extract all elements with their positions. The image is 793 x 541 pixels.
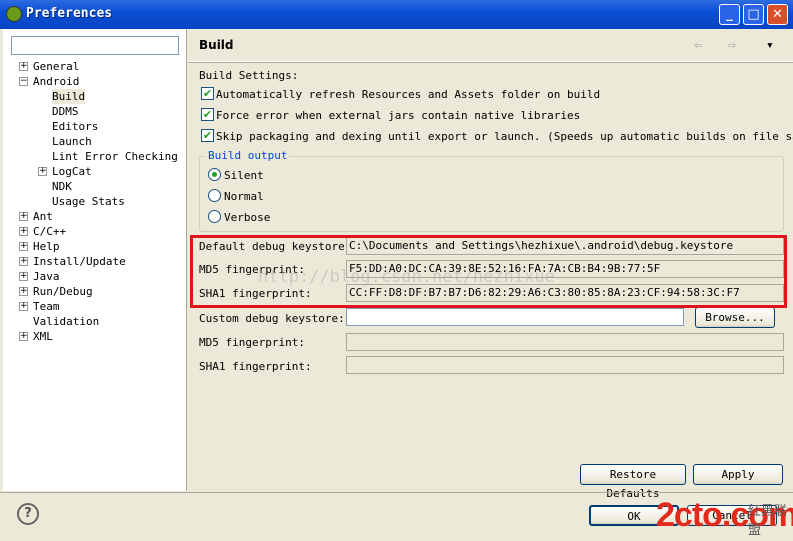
radio-selected-dot [212,172,217,177]
tree-item-label: Help [33,240,60,253]
tree-item-launch[interactable]: Launch [52,134,92,149]
tree-item-label: Lint Error Checking [52,150,178,163]
tree-item-label: NDK [52,180,72,193]
radio-label: Silent [224,169,264,182]
tree-item-label: Editors [52,120,99,133]
browse-button[interactable]: Browse... [695,307,775,328]
maximize-button[interactable]: □ [743,4,764,25]
tree-item-logcat[interactable]: + LogCat [38,164,92,179]
expand-icon[interactable]: + [19,332,28,341]
checkbox-icon[interactable]: ✔ [201,129,214,142]
tree-item-build[interactable]: Build [52,89,86,104]
tree-item-install-update[interactable]: + Install/Update [19,254,126,269]
radio-verbose[interactable] [208,210,221,223]
tree-item-label: Install/Update [33,255,126,268]
close-button[interactable]: ✕ [767,4,788,25]
tree-item-label: C/C++ [33,225,67,238]
tree-item-run-debug[interactable]: + Run/Debug [19,284,93,299]
tree-item-label: Usage Stats [52,195,125,208]
tree-item-label: Team [33,300,60,313]
radio-label: Verbose [224,211,271,224]
back-icon[interactable]: ⇦ [694,38,702,53]
custom-sha1-label: SHA1 fingerprint: [199,360,312,373]
tree-item-general[interactable]: + General [19,59,80,74]
expand-icon[interactable]: + [19,302,28,311]
tree-item-label: XML [33,330,53,343]
tree-item-c-c-[interactable]: + C/C++ [19,224,67,239]
tree-item-label: Java [33,270,60,283]
tree-item-label: DDMS [52,105,79,118]
restore-defaults-button[interactable]: Restore Defaults [580,464,686,500]
preferences-sidebar: + General − Android Build DDMS Editors Launch Li… [3,29,187,491]
tree-item-ddms[interactable]: DDMS [52,104,79,119]
custom-sha1-field[interactable] [346,356,784,374]
filter-input[interactable] [11,36,179,55]
window-title: Preferences [26,6,113,21]
checkbox-label: Force error when external jars contain n… [216,109,581,122]
forward-icon[interactable]: ⇨ [728,38,736,53]
tree-item-label: Android [33,75,80,88]
eclipse-app-icon [6,6,22,22]
expand-icon[interactable]: + [38,167,47,176]
custom-md5-field[interactable] [346,333,784,351]
tree-item-usage-stats[interactable]: Usage Stats [52,194,125,209]
expand-icon[interactable]: + [19,212,28,221]
checkbox-icon[interactable]: ✔ [201,87,214,100]
tree-item-xml[interactable]: + XML [19,329,53,344]
custom-keystore-label: Custom debug keystore: [199,312,345,325]
collapse-icon[interactable]: − [19,77,28,86]
expand-icon[interactable]: + [19,62,28,71]
tree-item-editors[interactable]: Editors [52,119,98,134]
tree-item-label: Ant [33,210,53,223]
tree-item-label: Validation [33,315,100,328]
site-cn-watermark: 红黑联盟 [748,504,788,538]
page-title: Build [199,38,234,52]
checkbox-icon[interactable]: ✔ [201,108,214,121]
tree-item-java[interactable]: + Java [19,269,60,284]
tree-item-label: LogCat [52,165,92,178]
custom-keystore-input[interactable] [346,308,684,326]
tree-item-ant[interactable]: + Ant [19,209,53,224]
view-menu-icon[interactable]: ▾ [766,38,774,53]
expand-icon[interactable]: + [19,287,28,296]
custom-md5-label: MD5 fingerprint: [199,336,305,349]
tree-item-team[interactable]: + Team [19,299,60,314]
tree-item-label: Build [52,90,86,103]
minimize-button[interactable]: _ [719,4,740,25]
tree-item-label: Run/Debug [33,285,93,298]
group-title: Build output [206,149,290,162]
expand-icon[interactable]: + [19,272,28,281]
build-settings-label: Build Settings: [199,69,299,82]
tree-item-validation[interactable]: Validation [33,314,99,329]
radio-silent[interactable] [208,168,221,181]
tree-item-help[interactable]: + Help [19,239,60,254]
tree-item-lint-error-checking[interactable]: Lint Error Checking [52,149,178,164]
title-bar: Preferences _ □ ✕ [0,0,793,29]
tree-item-label: Launch [52,135,92,148]
tree-item-label: General [33,60,80,73]
checkbox-label: Skip packaging and dexing until export o… [216,130,793,143]
build-output-group: Build output Silent Normal Verbose [199,149,784,232]
expand-icon[interactable]: + [19,242,28,251]
radio-label: Normal [224,190,264,203]
expand-icon[interactable]: + [19,227,28,236]
page-header: Build ⇦ ⇨ ▾ [188,29,793,62]
tree-item-android[interactable]: − Android [19,74,80,89]
radio-normal[interactable] [208,189,221,202]
apply-button[interactable]: Apply [693,464,783,485]
tree-item-ndk[interactable]: NDK [52,179,72,194]
expand-icon[interactable]: + [19,257,28,266]
checkbox-label: Automatically refresh Resources and Asse… [216,88,601,101]
help-icon[interactable]: ? [17,503,39,525]
blog-watermark: http://blog.csdn.net/hezhixue [258,267,555,287]
